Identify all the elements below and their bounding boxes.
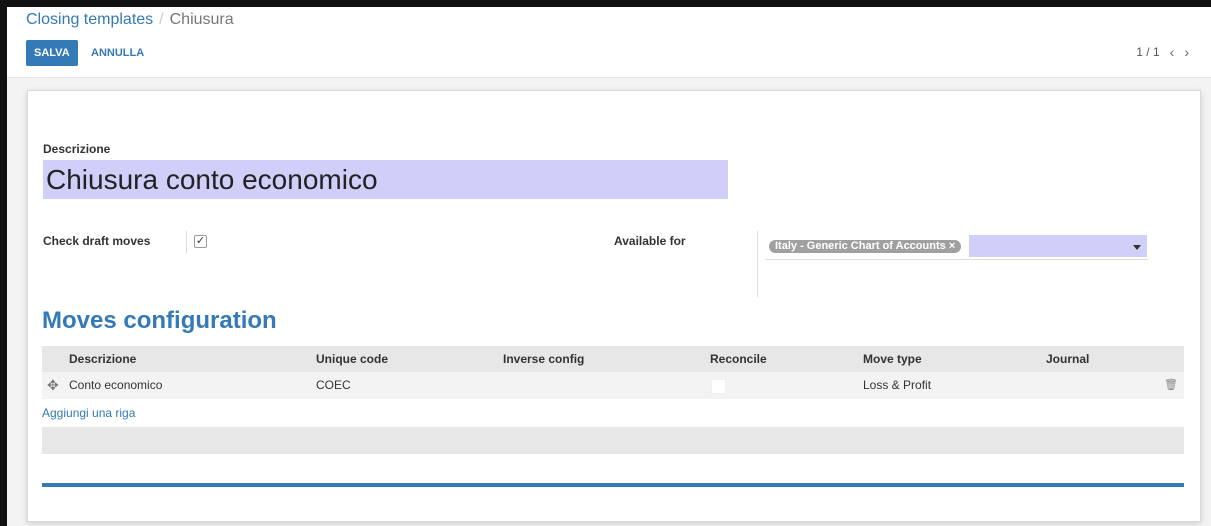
control-panel: Closing templates / Chiusura SALVA ANNULLA… [7, 7, 1211, 78]
window-top-border [0, 0, 1211, 7]
pager-value[interactable]: 1 / 1 [1136, 45, 1159, 59]
add-line-link[interactable]: Aggiungi una riga [42, 406, 135, 420]
column-header-journal[interactable]: Journal [1046, 346, 1089, 372]
field-divider [757, 231, 758, 297]
available-for-input[interactable] [969, 235, 1147, 257]
available-for-label: Available for [614, 234, 686, 248]
tag-remove-icon[interactable]: × [949, 240, 955, 252]
notebook-bottom-bar [42, 483, 1184, 487]
cell-move-type[interactable]: Loss & Profit [863, 372, 931, 399]
breadcrumb-separator: / [159, 11, 164, 28]
breadcrumb-parent-link[interactable]: Closing templates [26, 11, 153, 28]
chevron-left-icon[interactable]: ‹ [1170, 44, 1175, 60]
breadcrumb: Closing templates / Chiusura [26, 11, 234, 29]
form-sheet: Descrizione Chiusura conto economico Che… [27, 90, 1201, 522]
caret-down-icon[interactable] [1133, 245, 1141, 250]
discard-button[interactable]: ANNULLA [91, 40, 144, 66]
check-draft-moves-label: Check draft moves [43, 234, 151, 248]
column-header-descrizione[interactable]: Descrizione [69, 346, 136, 372]
table-row[interactable]: ✥ Conto economico COEC Loss & Profit 🗑 [42, 372, 1184, 400]
column-header-move-type[interactable]: Move type [863, 346, 922, 372]
check-draft-moves-checkbox[interactable]: ✓ [194, 235, 207, 248]
breadcrumb-current: Chiusura [169, 11, 234, 28]
table-footer [42, 427, 1184, 454]
pager: 1 / 1 ‹ › [1136, 44, 1189, 60]
description-label: Descrizione [43, 142, 111, 156]
drag-handle-icon[interactable]: ✥ [47, 378, 59, 392]
trash-icon[interactable]: 🗑 [1164, 372, 1178, 399]
field-divider [186, 231, 187, 253]
table-header: Descrizione Unique code Inverse config R… [42, 346, 1184, 372]
save-button[interactable]: SALVA [26, 40, 78, 66]
column-header-inverse-config[interactable]: Inverse config [503, 346, 584, 372]
reconcile-checkbox[interactable] [711, 379, 726, 394]
window-left-border [0, 0, 7, 526]
chart-of-accounts-tag: Italy - Generic Chart of Accounts × [769, 240, 962, 253]
moves-configuration-title: Moves configuration [42, 307, 277, 334]
description-input[interactable]: Chiusura conto economico [43, 160, 728, 199]
chevron-right-icon[interactable]: › [1184, 44, 1189, 60]
tag-label: Italy - Generic Chart of Accounts [775, 240, 946, 252]
column-header-reconcile[interactable]: Reconcile [710, 346, 767, 372]
available-for-field[interactable]: Italy - Generic Chart of Accounts × [765, 235, 1148, 260]
cell-unique-code[interactable]: COEC [316, 372, 351, 399]
cell-descrizione[interactable]: Conto economico [69, 372, 162, 399]
column-header-unique-code[interactable]: Unique code [316, 346, 388, 372]
